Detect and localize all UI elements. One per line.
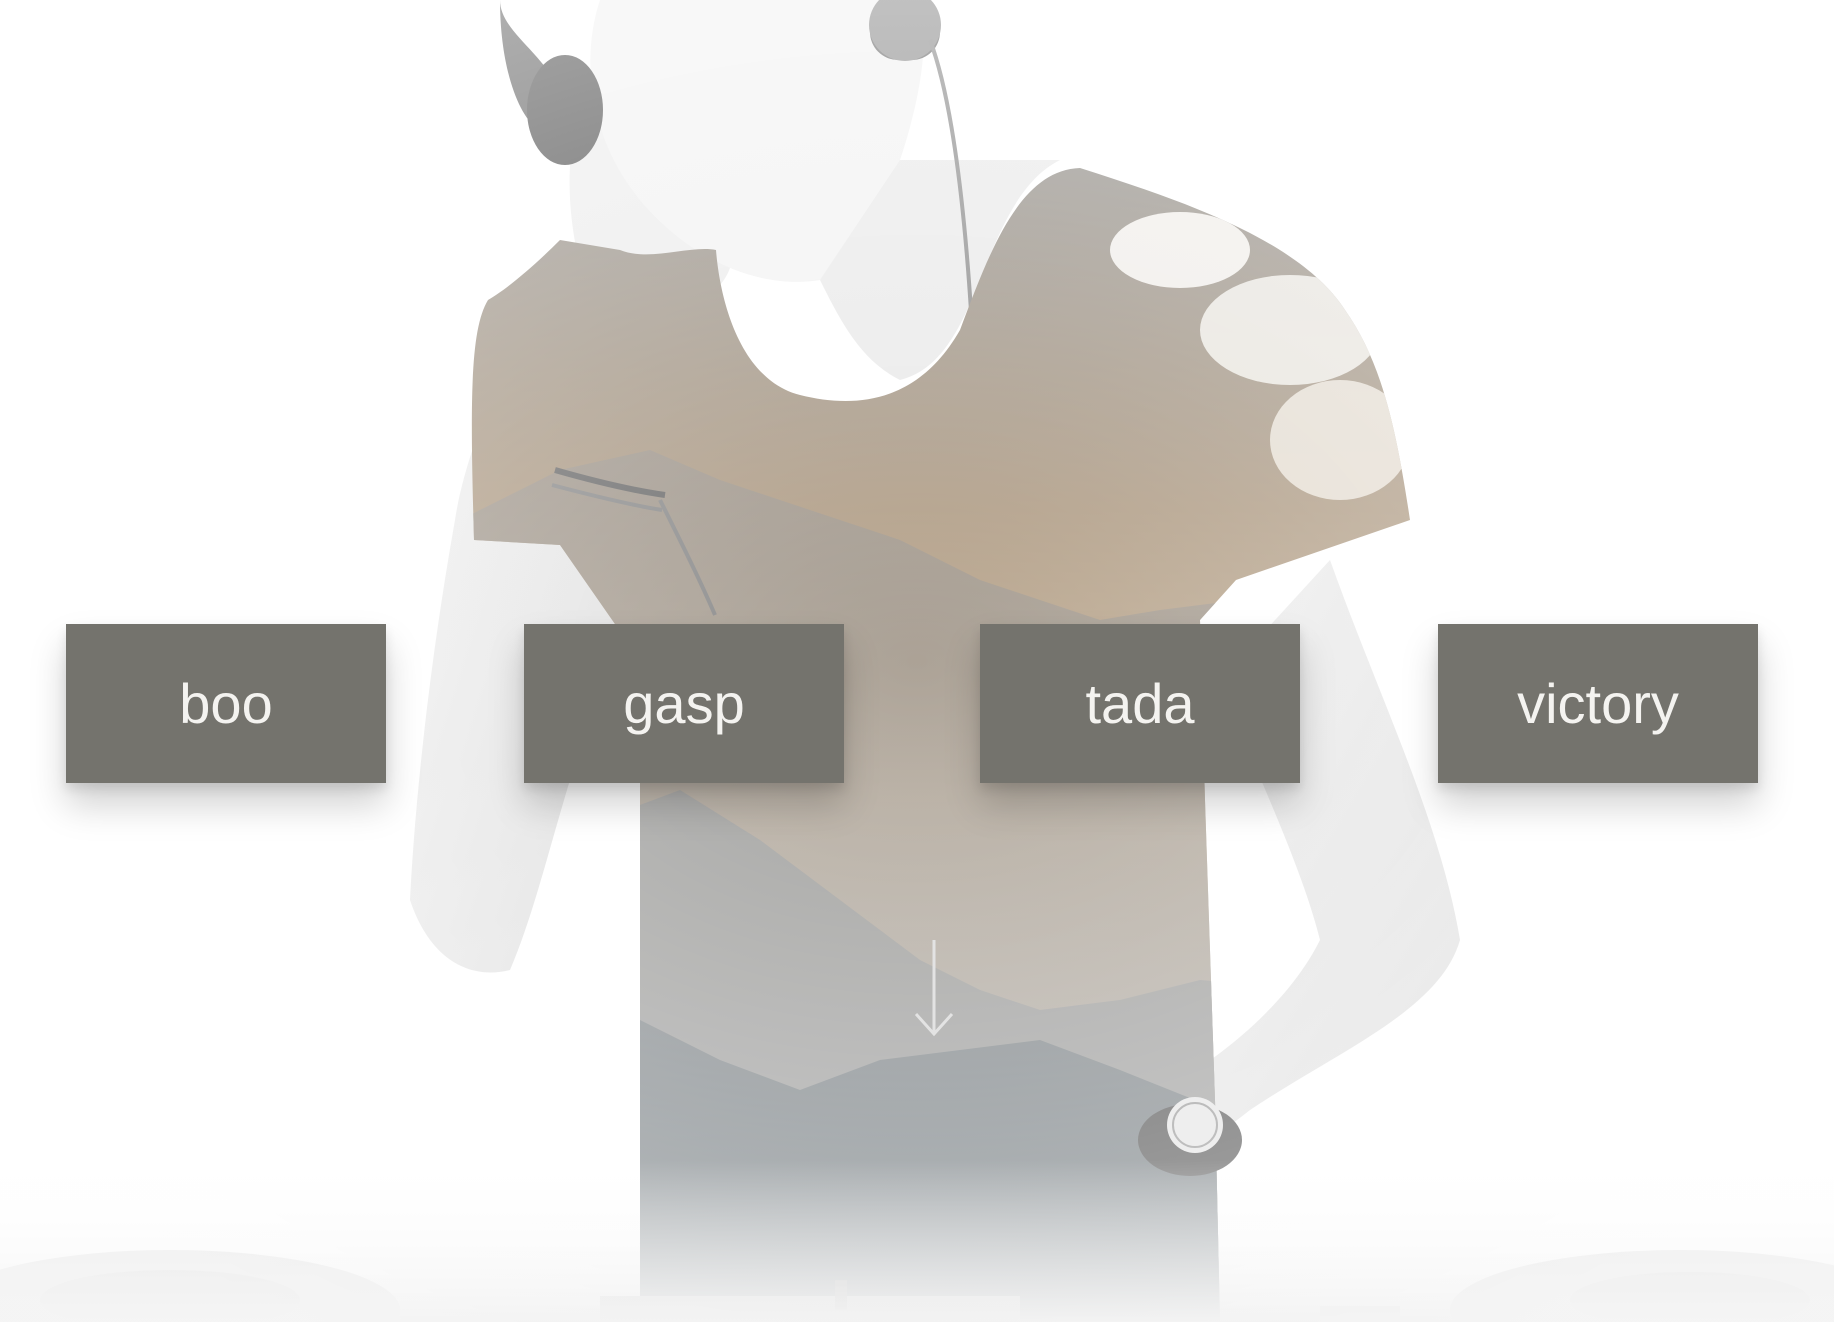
arrow-down-icon[interactable]: [912, 938, 956, 1038]
victory-button[interactable]: victory: [1438, 624, 1758, 783]
tada-button[interactable]: tada: [980, 624, 1300, 783]
sound-button-row: boo gasp tada victory: [0, 624, 1834, 783]
boo-button[interactable]: boo: [66, 624, 386, 783]
gasp-button[interactable]: gasp: [524, 624, 844, 783]
page: boo gasp tada victory: [0, 0, 1834, 1322]
